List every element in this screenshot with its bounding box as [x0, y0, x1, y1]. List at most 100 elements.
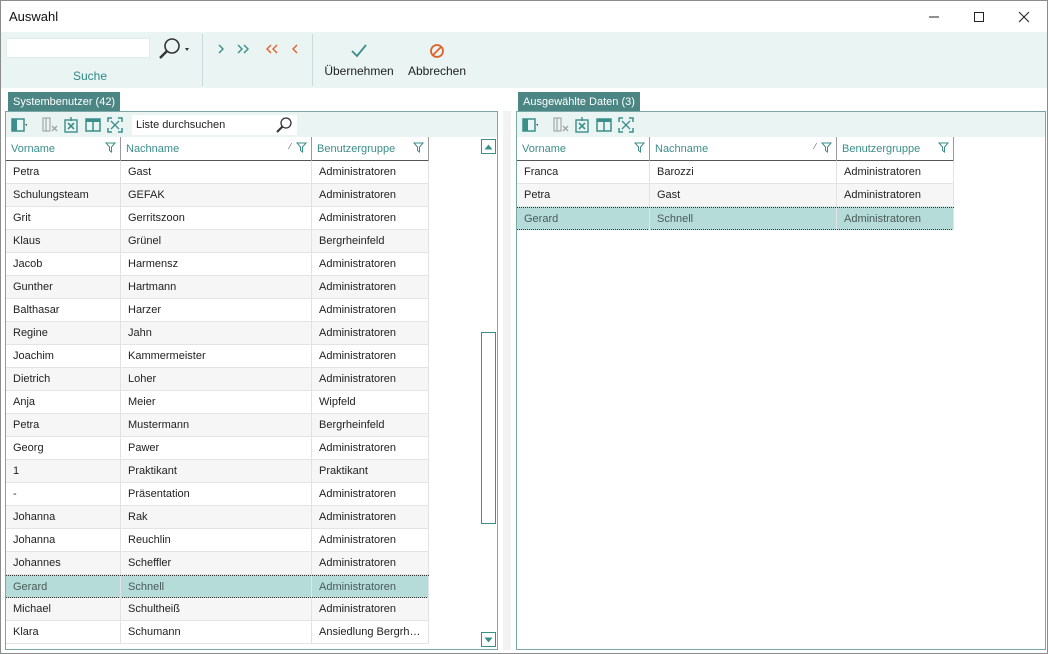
- apply-button[interactable]: Übernehmen: [323, 38, 395, 78]
- sort-ascending-icon: ⁄: [814, 142, 816, 151]
- table-cell: Schulungsteam: [6, 184, 121, 206]
- cancel-button[interactable]: Abbrechen: [404, 38, 470, 78]
- add-selected-button[interactable]: [210, 39, 232, 59]
- table-row[interactable]: Schulungsteam GEFAK Administratoren: [6, 184, 429, 207]
- right-grid-toolbar: [517, 112, 1045, 137]
- close-button[interactable]: [1001, 1, 1047, 32]
- export-excel-icon[interactable]: [63, 117, 79, 133]
- table-cell: Administratoren: [312, 184, 429, 206]
- column-chooser-icon[interactable]: [522, 117, 538, 133]
- table-row[interactable]: Joachim Kammermeister Administratoren: [6, 345, 429, 368]
- export-excel-icon[interactable]: [574, 117, 590, 133]
- filter-icon[interactable]: [634, 142, 645, 153]
- table-cell: 1: [6, 460, 121, 482]
- add-all-button[interactable]: [233, 39, 255, 59]
- table-cell: Praktikant: [312, 460, 429, 482]
- fit-columns-icon[interactable]: [107, 117, 123, 133]
- table-row[interactable]: 1 Praktikant Praktikant: [6, 460, 429, 483]
- table-cell: Kammermeister: [121, 345, 312, 367]
- filter-icon[interactable]: [413, 142, 424, 153]
- filter-icon[interactable]: [821, 142, 832, 153]
- table-row[interactable]: Georg Pawer Administratoren: [6, 437, 429, 460]
- add-all-icon: [237, 44, 249, 54]
- table-cell: Administratoren: [312, 368, 429, 390]
- table-row[interactable]: Franca Barozzi Administratoren: [517, 161, 954, 184]
- table-row[interactable]: Grit Gerritszoon Administratoren: [6, 207, 429, 230]
- column-chooser-icon[interactable]: [11, 117, 27, 133]
- table-cell: Gerard: [6, 576, 121, 598]
- table-cell: Dietrich: [6, 368, 121, 390]
- table-cell: Georg: [6, 437, 121, 459]
- table-row[interactable]: Anja Meier Wipfeld: [6, 391, 429, 414]
- table-cell: Administratoren: [837, 184, 954, 206]
- table-cell: Administratoren: [312, 276, 429, 298]
- filter-icon[interactable]: [938, 142, 949, 153]
- column-header-vorname[interactable]: Vorname: [6, 137, 121, 161]
- ausgewaehlte-daten-grid: Vorname Nachname ⁄ Benutzergruppe Franca…: [517, 137, 954, 337]
- table-row[interactable]: Gerard Schnell Administratoren: [6, 575, 429, 598]
- clear-filter-icon[interactable]: [553, 117, 569, 133]
- search-input[interactable]: [6, 38, 150, 58]
- table-row[interactable]: Klara Schumann Ansiedlung Bergrh…: [6, 621, 429, 644]
- scroll-up-button[interactable]: [481, 139, 496, 154]
- scroll-thumb[interactable]: [481, 332, 496, 524]
- table-row[interactable]: Gerard Schnell Administratoren: [517, 207, 954, 230]
- remove-all-icon: [266, 44, 278, 54]
- table-row[interactable]: Jacob Harmensz Administratoren: [6, 253, 429, 276]
- minimize-button[interactable]: [911, 1, 957, 32]
- systembenutzer-grid: Vorname Nachname ⁄ Benutzergruppe Petra G…: [6, 137, 429, 649]
- search-button[interactable]: [155, 36, 189, 60]
- table-cell: Johanna: [6, 506, 121, 528]
- clear-filter-icon[interactable]: [42, 117, 58, 133]
- filter-icon[interactable]: [105, 142, 116, 153]
- remove-all-button[interactable]: [260, 39, 282, 59]
- tab-ausgewaehlte-daten[interactable]: Ausgewählte Daten (3): [518, 92, 640, 111]
- table-cell: Grit: [6, 207, 121, 229]
- table-cell: Anja: [6, 391, 121, 413]
- table-row[interactable]: Gunther Hartmann Administratoren: [6, 276, 429, 299]
- ribbon-toolbar: Suche Übernehmen Abbrechen: [1, 32, 1047, 88]
- filter-icon[interactable]: [296, 142, 307, 153]
- table-cell: Praktikant: [121, 460, 312, 482]
- table-row[interactable]: Petra Gast Administratoren: [517, 184, 954, 207]
- table-cell: Harzer: [121, 299, 312, 321]
- table-row[interactable]: Dietrich Loher Administratoren: [6, 368, 429, 391]
- column-header-nachname[interactable]: Nachname ⁄: [121, 137, 312, 161]
- table-cell: Gerritszoon: [121, 207, 312, 229]
- table-row[interactable]: Petra Mustermann Bergrheinfeld: [6, 414, 429, 437]
- column-header-nachname[interactable]: Nachname ⁄: [650, 137, 837, 161]
- panel-splitter[interactable]: [503, 111, 511, 650]
- cancel-button-label: Abbrechen: [407, 64, 467, 78]
- table-row[interactable]: Balthasar Harzer Administratoren: [6, 299, 429, 322]
- table-row[interactable]: Michael Schultheiß Administratoren: [6, 598, 429, 621]
- table-row[interactable]: Petra Gast Administratoren: [6, 161, 429, 184]
- scroll-down-button[interactable]: [481, 632, 496, 647]
- maximize-icon: [974, 11, 984, 22]
- search-icon[interactable]: [274, 116, 294, 134]
- table-cell: Grünel: [121, 230, 312, 252]
- table-cell: Administratoren: [312, 552, 429, 574]
- ribbon-separator: [312, 34, 313, 86]
- table-row[interactable]: Johannes Scheffler Administratoren: [6, 552, 429, 575]
- right-grid-header: Vorname Nachname ⁄ Benutzergruppe: [517, 137, 954, 161]
- table-cell: Petra: [6, 161, 121, 183]
- table-row[interactable]: - Präsentation Administratoren: [6, 483, 429, 506]
- left-vertical-scrollbar[interactable]: [480, 137, 497, 649]
- table-cell: Jacob: [6, 253, 121, 275]
- column-header-benutzergruppe[interactable]: Benutzergruppe: [312, 137, 429, 161]
- column-header-vorname[interactable]: Vorname: [517, 137, 650, 161]
- tab-systembenutzer[interactable]: Systembenutzer (42): [8, 92, 121, 111]
- table-row[interactable]: Klaus Grünel Bergrheinfeld: [6, 230, 429, 253]
- layout-icon[interactable]: [85, 117, 101, 133]
- remove-selected-button[interactable]: [284, 39, 306, 59]
- search-icon: [159, 38, 189, 59]
- table-row[interactable]: Johanna Rak Administratoren: [6, 506, 429, 529]
- list-search-input[interactable]: Liste durchsuchen: [132, 115, 297, 135]
- table-row[interactable]: Regine Jahn Administratoren: [6, 322, 429, 345]
- column-header-benutzergruppe[interactable]: Benutzergruppe: [837, 137, 954, 161]
- layout-icon[interactable]: [596, 117, 612, 133]
- table-cell: Administratoren: [312, 483, 429, 505]
- table-row[interactable]: Johanna Reuchlin Administratoren: [6, 529, 429, 552]
- maximize-button[interactable]: [956, 1, 1002, 32]
- fit-columns-icon[interactable]: [618, 117, 634, 133]
